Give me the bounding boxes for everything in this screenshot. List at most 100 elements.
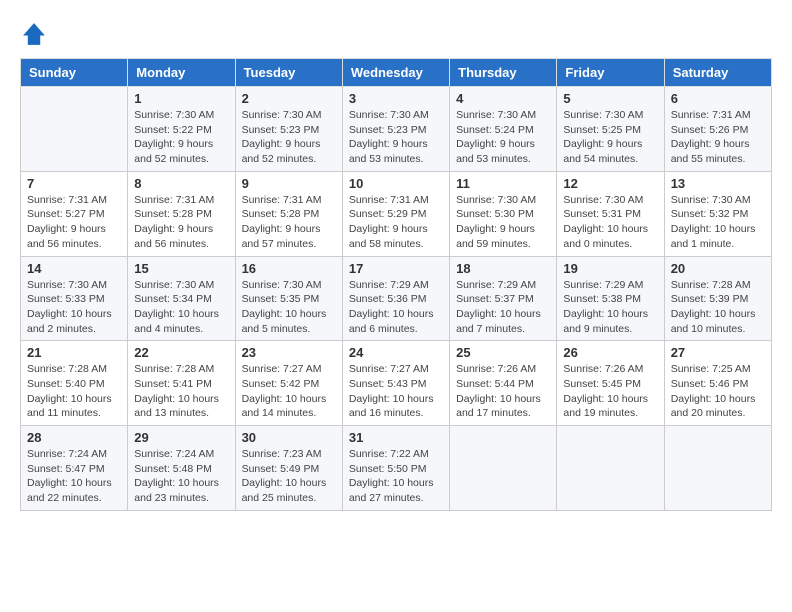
day-number: 16 <box>242 261 336 276</box>
day-number: 27 <box>671 345 765 360</box>
day-number: 5 <box>563 91 657 106</box>
day-info: Sunrise: 7:30 AM Sunset: 5:33 PM Dayligh… <box>27 278 121 337</box>
day-number: 23 <box>242 345 336 360</box>
calendar-cell: 19 Sunrise: 7:29 AM Sunset: 5:38 PM Dayli… <box>557 256 664 341</box>
calendar-cell: 13Sunrise: 7:30 AM Sunset: 5:32 PM Dayli… <box>664 171 771 256</box>
day-header-wednesday: Wednesday <box>342 59 449 87</box>
day-number: 6 <box>671 91 765 106</box>
day-info: Sunrise: 7:26 AM Sunset: 5:44 PM Dayligh… <box>456 362 550 421</box>
day-number: 14 <box>27 261 121 276</box>
day-number: 21 <box>27 345 121 360</box>
day-number: 4 <box>456 91 550 106</box>
day-info: Sunrise: 7:24 AM Sunset: 5:48 PM Dayligh… <box>134 447 228 506</box>
calendar-table: SundayMondayTuesdayWednesdayThursdayFrid… <box>20 58 772 511</box>
day-number: 15 <box>134 261 228 276</box>
day-number: 19 <box>563 261 657 276</box>
calendar-cell: 4 Sunrise: 7:30 AM Sunset: 5:24 PM Daylig… <box>450 87 557 172</box>
calendar-cell: 23 Sunrise: 7:27 AM Sunset: 5:42 PM Dayli… <box>235 341 342 426</box>
day-header-thursday: Thursday <box>450 59 557 87</box>
day-header-friday: Friday <box>557 59 664 87</box>
day-info: Sunrise: 7:30 AM Sunset: 5:25 PM Dayligh… <box>563 108 657 167</box>
calendar-cell: 22Sunrise: 7:28 AM Sunset: 5:41 PM Dayli… <box>128 341 235 426</box>
day-info: Sunrise: 7:29 AM Sunset: 5:38 PM Dayligh… <box>563 278 657 337</box>
day-number: 3 <box>349 91 443 106</box>
day-info: Sunrise: 7:25 AM Sunset: 5:46 PM Dayligh… <box>671 362 765 421</box>
calendar-cell: 31 Sunrise: 7:22 AM Sunset: 5:50 PM Dayli… <box>342 426 449 511</box>
calendar-cell: 7Sunrise: 7:31 AM Sunset: 5:27 PM Daylig… <box>21 171 128 256</box>
calendar-cell: 25 Sunrise: 7:26 AM Sunset: 5:44 PM Dayli… <box>450 341 557 426</box>
day-number: 31 <box>349 430 443 445</box>
day-number: 20 <box>671 261 765 276</box>
day-info: Sunrise: 7:31 AM Sunset: 5:27 PM Dayligh… <box>27 193 121 252</box>
day-info: Sunrise: 7:30 AM Sunset: 5:22 PM Dayligh… <box>134 108 228 167</box>
day-number: 18 <box>456 261 550 276</box>
day-number: 8 <box>134 176 228 191</box>
calendar-cell: 16 Sunrise: 7:30 AM Sunset: 5:35 PM Dayli… <box>235 256 342 341</box>
day-number: 25 <box>456 345 550 360</box>
day-number: 11 <box>456 176 550 191</box>
calendar-cell: 9 Sunrise: 7:31 AM Sunset: 5:28 PM Daylig… <box>235 171 342 256</box>
day-header-saturday: Saturday <box>664 59 771 87</box>
calendar-cell <box>21 87 128 172</box>
calendar-cell: 6 Sunrise: 7:31 AM Sunset: 5:26 PM Daylig… <box>664 87 771 172</box>
day-info: Sunrise: 7:30 AM Sunset: 5:23 PM Dayligh… <box>349 108 443 167</box>
day-info: Sunrise: 7:30 AM Sunset: 5:30 PM Dayligh… <box>456 193 550 252</box>
logo <box>20 20 52 48</box>
day-number: 12 <box>563 176 657 191</box>
day-info: Sunrise: 7:29 AM Sunset: 5:36 PM Dayligh… <box>349 278 443 337</box>
day-info: Sunrise: 7:31 AM Sunset: 5:28 PM Dayligh… <box>242 193 336 252</box>
day-header-sunday: Sunday <box>21 59 128 87</box>
day-number: 28 <box>27 430 121 445</box>
day-info: Sunrise: 7:28 AM Sunset: 5:39 PM Dayligh… <box>671 278 765 337</box>
page-header <box>20 20 772 48</box>
day-info: Sunrise: 7:22 AM Sunset: 5:50 PM Dayligh… <box>349 447 443 506</box>
logo-icon <box>20 20 48 48</box>
calendar-cell: 14 Sunrise: 7:30 AM Sunset: 5:33 PM Dayli… <box>21 256 128 341</box>
day-info: Sunrise: 7:26 AM Sunset: 5:45 PM Dayligh… <box>563 362 657 421</box>
day-header-tuesday: Tuesday <box>235 59 342 87</box>
calendar-cell: 3 Sunrise: 7:30 AM Sunset: 5:23 PM Daylig… <box>342 87 449 172</box>
day-info: Sunrise: 7:31 AM Sunset: 5:29 PM Dayligh… <box>349 193 443 252</box>
day-number: 13 <box>671 176 765 191</box>
calendar-cell: 11 Sunrise: 7:30 AM Sunset: 5:30 PM Dayli… <box>450 171 557 256</box>
day-info: Sunrise: 7:31 AM Sunset: 5:26 PM Dayligh… <box>671 108 765 167</box>
calendar-week-row: 14 Sunrise: 7:30 AM Sunset: 5:33 PM Dayli… <box>21 256 772 341</box>
day-info: Sunrise: 7:28 AM Sunset: 5:40 PM Dayligh… <box>27 362 121 421</box>
day-info: Sunrise: 7:30 AM Sunset: 5:23 PM Dayligh… <box>242 108 336 167</box>
calendar-cell: 18 Sunrise: 7:29 AM Sunset: 5:37 PM Dayli… <box>450 256 557 341</box>
calendar-cell: 21 Sunrise: 7:28 AM Sunset: 5:40 PM Dayli… <box>21 341 128 426</box>
calendar-cell: 20 Sunrise: 7:28 AM Sunset: 5:39 PM Dayli… <box>664 256 771 341</box>
calendar-cell: 12Sunrise: 7:30 AM Sunset: 5:31 PM Dayli… <box>557 171 664 256</box>
day-info: Sunrise: 7:29 AM Sunset: 5:37 PM Dayligh… <box>456 278 550 337</box>
calendar-cell: 8 Sunrise: 7:31 AM Sunset: 5:28 PM Daylig… <box>128 171 235 256</box>
calendar-week-row: 28 Sunrise: 7:24 AM Sunset: 5:47 PM Dayli… <box>21 426 772 511</box>
calendar-cell: 29 Sunrise: 7:24 AM Sunset: 5:48 PM Dayli… <box>128 426 235 511</box>
day-info: Sunrise: 7:24 AM Sunset: 5:47 PM Dayligh… <box>27 447 121 506</box>
calendar-cell: 10 Sunrise: 7:31 AM Sunset: 5:29 PM Dayli… <box>342 171 449 256</box>
day-number: 10 <box>349 176 443 191</box>
day-number: 29 <box>134 430 228 445</box>
day-number: 2 <box>242 91 336 106</box>
calendar-week-row: 21 Sunrise: 7:28 AM Sunset: 5:40 PM Dayli… <box>21 341 772 426</box>
day-info: Sunrise: 7:27 AM Sunset: 5:42 PM Dayligh… <box>242 362 336 421</box>
calendar-cell <box>557 426 664 511</box>
calendar-week-row: 1Sunrise: 7:30 AM Sunset: 5:22 PM Daylig… <box>21 87 772 172</box>
day-number: 30 <box>242 430 336 445</box>
calendar-header-row: SundayMondayTuesdayWednesdayThursdayFrid… <box>21 59 772 87</box>
day-number: 24 <box>349 345 443 360</box>
calendar-cell: 5 Sunrise: 7:30 AM Sunset: 5:25 PM Daylig… <box>557 87 664 172</box>
day-info: Sunrise: 7:30 AM Sunset: 5:24 PM Dayligh… <box>456 108 550 167</box>
calendar-week-row: 7Sunrise: 7:31 AM Sunset: 5:27 PM Daylig… <box>21 171 772 256</box>
day-info: Sunrise: 7:30 AM Sunset: 5:34 PM Dayligh… <box>134 278 228 337</box>
calendar-cell: 1Sunrise: 7:30 AM Sunset: 5:22 PM Daylig… <box>128 87 235 172</box>
day-info: Sunrise: 7:31 AM Sunset: 5:28 PM Dayligh… <box>134 193 228 252</box>
day-number: 17 <box>349 261 443 276</box>
day-info: Sunrise: 7:23 AM Sunset: 5:49 PM Dayligh… <box>242 447 336 506</box>
calendar-cell: 24Sunrise: 7:27 AM Sunset: 5:43 PM Dayli… <box>342 341 449 426</box>
calendar-cell <box>450 426 557 511</box>
day-number: 22 <box>134 345 228 360</box>
day-number: 9 <box>242 176 336 191</box>
day-info: Sunrise: 7:30 AM Sunset: 5:35 PM Dayligh… <box>242 278 336 337</box>
day-header-monday: Monday <box>128 59 235 87</box>
calendar-cell: 26Sunrise: 7:26 AM Sunset: 5:45 PM Dayli… <box>557 341 664 426</box>
